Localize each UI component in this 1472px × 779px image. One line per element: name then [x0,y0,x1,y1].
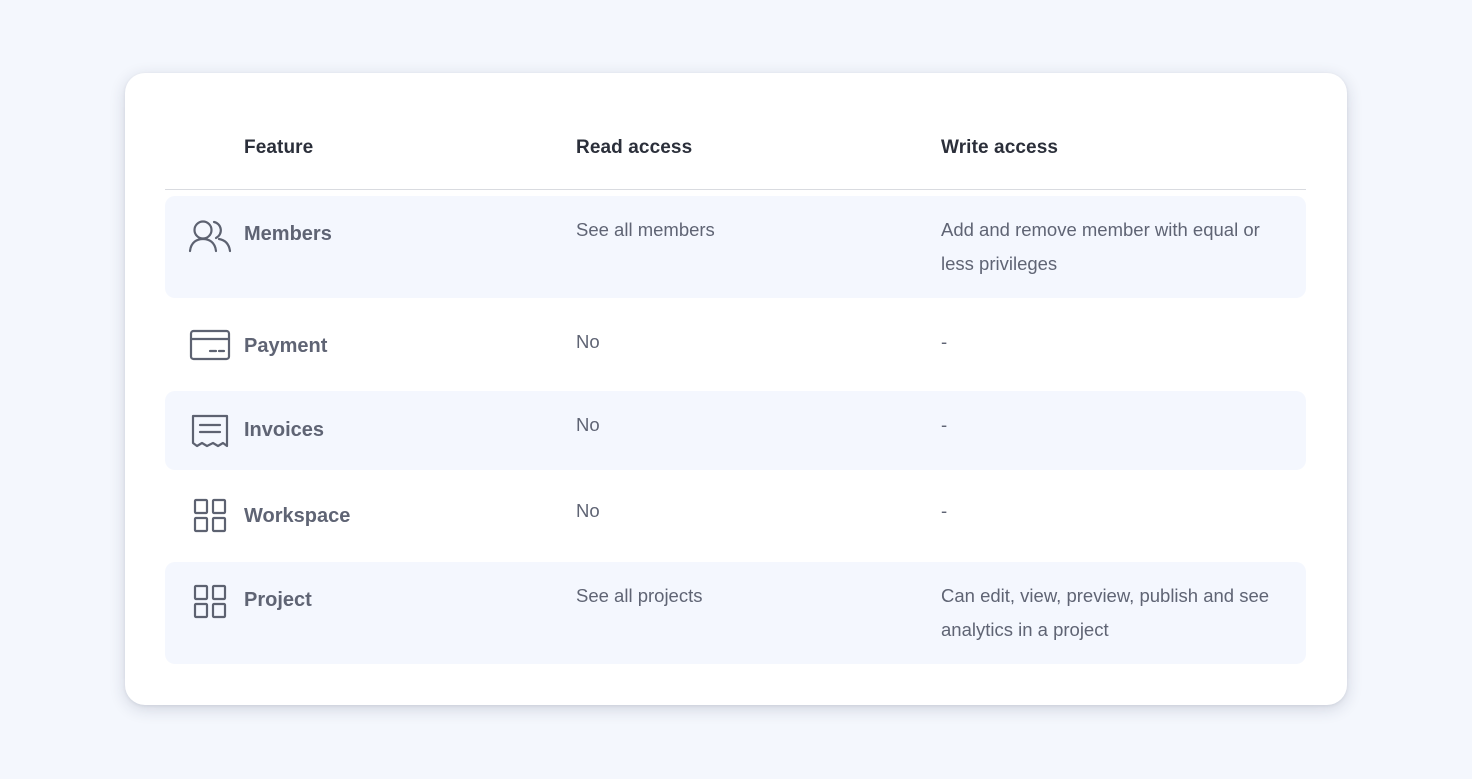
column-header-feature: Feature [244,137,314,158]
table-row-payment: Payment No - [165,302,1306,388]
table-row-workspace: Workspace No - [165,473,1306,559]
write-access-value: - [941,414,948,435]
write-access-value: Add and remove member with equal or less… [941,219,1260,274]
feature-label: Members [244,223,332,245]
feature-label: Workspace [244,505,351,527]
read-access-value: See all projects [576,585,703,606]
feature-label: Payment [244,335,328,357]
feature-label: Invoices [244,419,325,441]
read-access-value: No [576,500,600,521]
grid-icon [188,498,232,534]
users-icon [188,218,232,254]
permissions-table: Feature Read access Write access Members… [165,73,1306,664]
column-header-write-access: Write access [941,137,1059,158]
write-access-value: Can edit, view, preview, publish and see… [941,585,1270,640]
read-access-value: See all members [576,219,715,240]
column-header-read-access: Read access [576,137,693,158]
read-access-value: No [576,414,600,435]
table-header: Feature Read access Write access [165,73,1306,190]
receipt-icon [188,413,232,449]
grid-icon [188,584,232,620]
write-access-value: - [941,500,948,521]
credit-card-icon [188,327,232,363]
permissions-card: Feature Read access Write access Members… [125,73,1347,705]
table-row-members: Members See all members Add and remove m… [165,196,1306,298]
table-row-project: Project See all projects Can edit, view,… [165,562,1306,664]
write-access-value: - [941,331,948,352]
table-row-invoices: Invoices No - [165,391,1306,470]
read-access-value: No [576,331,600,352]
feature-label: Project [244,589,312,611]
